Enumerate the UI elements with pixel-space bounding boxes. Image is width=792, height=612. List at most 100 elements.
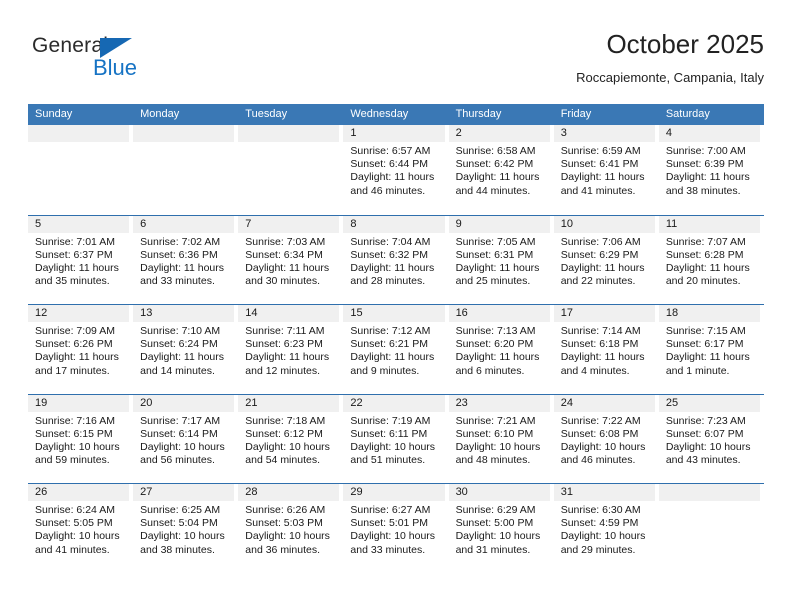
day-details: Sunrise: 7:13 AM Sunset: 6:20 PM Daylight:… [449,322,550,378]
calendar-day-cell[interactable]: 3 Sunrise: 6:59 AM Sunset: 6:41 PM Daylight… [553,125,659,215]
day-detail-line: Daylight: 11 hours [245,351,330,364]
day-number: 13 [133,305,235,322]
day-detail-line: Sunrise: 7:21 AM [455,414,536,427]
day-detail-line: Daylight: 10 hours [140,440,225,453]
calendar-day-cell[interactable]: 21 Sunrise: 7:18 AM Sunset: 6:12 PM Dayligh… [238,394,343,484]
day-detail-line: Daylight: 11 hours [350,171,435,184]
day-detail-line: Daylight: 11 hours [140,261,224,274]
day-detail-line: Sunset: 6:17 PM [665,338,744,351]
day-detail-line: Sunrise: 6:27 AM [350,504,431,516]
day-details: Sunrise: 6:27 AM Sunset: 5:01 PM Daylight:… [343,501,444,557]
day-detail-line: Sunset: 6:11 PM [350,427,428,440]
day-detail-line: Sunrise: 7:13 AM [455,325,536,337]
calendar-day-cell[interactable]: 18 Sunrise: 7:15 AM Sunset: 6:17 PM Dayligh… [658,305,764,394]
day-detail-line: Sunset: 6:37 PM [35,248,113,261]
day-detail-line: Daylight: 10 hours [245,530,330,543]
day-detail-line: Sunrise: 6:57 AM [350,145,431,157]
day-detail-line: and 12 minutes. [245,364,320,377]
day-detail-line: Daylight: 10 hours [455,440,541,453]
day-detail-line: Sunset: 6:36 PM [140,248,218,261]
day-detail-line: Sunrise: 7:06 AM [560,235,641,248]
day-detail-line: and 6 minutes. [455,364,525,377]
calendar-table: Sunday Monday Tuesday Wednesday Thursday Frid… [28,104,764,573]
calendar-day-cell[interactable]: 7 Sunrise: 7:03 AM Sunset: 6:34 PM Daylight… [238,215,343,305]
calendar-day-cell[interactable]: 13 Sunrise: 7:10 AM Sunset: 6:24 PM Dayligh… [133,305,238,394]
calendar-day-cell[interactable]: 28 Sunrise: 6:26 AM Sunset: 5:03 PM Dayligh… [238,484,343,573]
calendar-day-cell[interactable]: 11 Sunrise: 7:07 AM Sunset: 6:28 PM Dayligh… [658,215,764,305]
day-number [133,125,235,142]
day-detail-line: and 48 minutes. [455,454,531,467]
calendar-day-cell[interactable]: 26 Sunrise: 6:24 AM Sunset: 5:05 PM Dayligh… [28,484,133,573]
day-detail-line: Daylight: 11 hours [35,351,119,364]
day-detail-line: Sunrise: 7:22 AM [560,414,641,427]
day-detail-line: and 35 minutes. [35,275,110,288]
calendar-day-cell[interactable]: 19 Sunrise: 7:16 AM Sunset: 6:15 PM Dayligh… [28,394,133,484]
location-subtitle: Roccapiemonte, Campania, Italy [576,70,764,85]
general-blue-logo[interactable]: General Blue [32,34,252,92]
calendar-day-cell[interactable]: 24 Sunrise: 7:22 AM Sunset: 6:08 PM Dayligh… [553,394,659,484]
calendar-day-cell[interactable]: 2 Sunrise: 6:58 AM Sunset: 6:42 PM Daylight… [448,125,554,215]
day-detail-line: Sunrise: 7:14 AM [560,325,641,337]
calendar-day-cell[interactable]: 15 Sunrise: 7:12 AM Sunset: 6:21 PM Dayligh… [343,305,448,394]
day-detail-line: and 54 minutes. [245,454,320,467]
day-details: Sunrise: 7:14 AM Sunset: 6:18 PM Daylight:… [554,322,655,378]
calendar-day-cell[interactable]: 22 Sunrise: 7:19 AM Sunset: 6:11 PM Dayligh… [343,394,448,484]
day-detail-line: Sunrise: 7:02 AM [140,235,221,248]
day-detail-line: and 43 minutes. [665,454,741,467]
day-detail-line: Sunrise: 7:18 AM [245,414,326,427]
calendar-day-cell[interactable]: 25 Sunrise: 7:23 AM Sunset: 6:07 PM Dayligh… [658,394,764,484]
day-detail-line: Sunrise: 7:15 AM [665,325,746,337]
calendar-day-cell[interactable]: 6 Sunrise: 7:02 AM Sunset: 6:36 PM Daylight… [133,215,238,305]
day-number: 22 [343,394,445,412]
day-detail-line: Daylight: 11 hours [350,351,435,364]
day-number: 27 [133,484,235,501]
calendar-day-cell[interactable]: 31 Sunrise: 6:30 AM Sunset: 4:59 PM Dayligh… [553,484,659,573]
day-details: Sunrise: 7:17 AM Sunset: 6:14 PM Daylight:… [133,412,234,468]
day-detail-line: and 33 minutes. [140,275,215,288]
day-detail-line: Daylight: 11 hours [140,351,224,364]
calendar-day-cell[interactable]: 9 Sunrise: 7:05 AM Sunset: 6:31 PM Daylight… [448,215,554,305]
calendar-day-cell[interactable]: 8 Sunrise: 7:04 AM Sunset: 6:32 PM Daylight… [343,215,448,305]
calendar-day-cell[interactable]: 1 Sunrise: 6:57 AM Sunset: 6:44 PM Daylight… [343,125,448,215]
day-detail-line: Daylight: 10 hours [350,440,436,453]
day-detail-line: Sunrise: 6:30 AM [560,504,641,516]
calendar-day-cell[interactable]: 29 Sunrise: 6:27 AM Sunset: 5:01 PM Dayligh… [343,484,448,573]
day-detail-line: Sunset: 5:05 PM [35,517,113,530]
calendar-day-cell[interactable]: 27 Sunrise: 6:25 AM Sunset: 5:04 PM Dayligh… [133,484,238,573]
calendar-day-cell[interactable]: 23 Sunrise: 7:21 AM Sunset: 6:10 PM Dayligh… [448,394,554,484]
calendar-week-row: 1 Sunrise: 6:57 AM Sunset: 6:44 PM Daylight… [28,125,764,215]
day-number: 19 [28,394,130,412]
weekday-header-sunday: Sunday [35,108,73,120]
day-detail-line: and 44 minutes. [455,184,531,197]
calendar-day-cell[interactable]: 30 Sunrise: 6:29 AM Sunset: 5:00 PM Dayligh… [448,484,554,573]
day-details: Sunrise: 7:06 AM Sunset: 6:29 PM Daylight:… [554,233,655,289]
day-details: Sunrise: 6:29 AM Sunset: 5:00 PM Daylight:… [449,501,550,557]
calendar-day-cell[interactable]: 16 Sunrise: 7:13 AM Sunset: 6:20 PM Dayligh… [448,305,554,394]
calendar-day-cell[interactable]: 17 Sunrise: 7:14 AM Sunset: 6:18 PM Dayligh… [553,305,659,394]
calendar-page: General Blue October 2025 Roccapiemonte,… [0,0,792,612]
day-number: 10 [553,215,655,233]
day-detail-line: Daylight: 11 hours [560,171,645,184]
day-detail-line: and 36 minutes. [245,543,320,556]
day-details: Sunrise: 7:00 AM Sunset: 6:39 PM Daylight:… [659,142,760,198]
calendar-day-cell[interactable]: 20 Sunrise: 7:17 AM Sunset: 6:14 PM Dayligh… [133,394,238,484]
day-detail-line: and 4 minutes. [560,364,630,377]
day-details: Sunrise: 7:05 AM Sunset: 6:31 PM Daylight:… [449,233,550,289]
day-number: 15 [343,305,445,322]
calendar-day-cell[interactable]: 12 Sunrise: 7:09 AM Sunset: 6:26 PM Dayligh… [28,305,133,394]
day-detail-line: Sunset: 6:29 PM [560,248,639,261]
day-detail-line: Sunrise: 6:59 AM [560,145,641,157]
calendar-day-cell[interactable]: 5 Sunrise: 7:01 AM Sunset: 6:37 PM Daylight… [28,215,133,305]
calendar-day-cell[interactable]: 10 Sunrise: 7:06 AM Sunset: 6:29 PM Dayligh… [553,215,659,305]
day-detail-line: and 9 minutes. [350,364,420,377]
day-detail-line: Daylight: 11 hours [350,261,435,274]
calendar-day-cell[interactable]: 4 Sunrise: 7:00 AM Sunset: 6:39 PM Daylight… [658,125,764,215]
day-details: Sunrise: 6:25 AM Sunset: 5:04 PM Daylight:… [133,501,234,557]
weekday-header-tuesday: Tuesday [245,108,288,120]
day-number: 4 [658,125,760,142]
page-title: October 2025 [606,29,764,59]
day-detail-line: Sunset: 6:20 PM [455,338,534,351]
day-number: 18 [658,305,760,322]
calendar-day-cell[interactable]: 14 Sunrise: 7:11 AM Sunset: 6:23 PM Dayligh… [238,305,343,394]
day-detail-line: Sunset: 6:39 PM [665,158,744,171]
